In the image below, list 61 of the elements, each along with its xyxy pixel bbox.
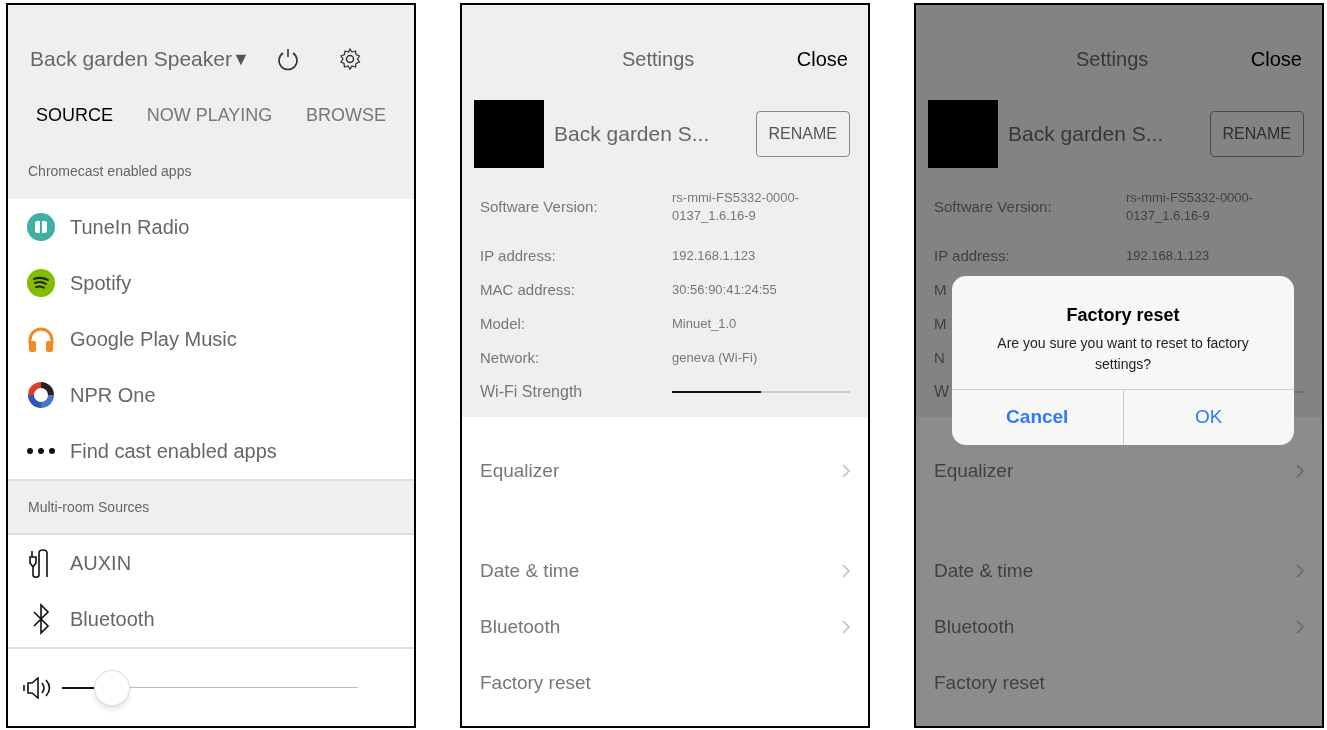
info-label: Software Version: bbox=[934, 198, 1052, 215]
close-button[interactable]: Close bbox=[1250, 44, 1302, 74]
settings-icon[interactable] bbox=[337, 47, 362, 71]
device-name: Back garden S... bbox=[554, 121, 710, 148]
menu-item[interactable]: Equalizer bbox=[480, 443, 850, 499]
dialog-title: Factory reset bbox=[1065, 304, 1181, 327]
source-item[interactable]: Spotify bbox=[8, 255, 414, 311]
screen-title: Settings bbox=[1076, 47, 1149, 72]
info-label: Network: bbox=[480, 349, 540, 366]
menu-item[interactable]: Bluetooth bbox=[480, 599, 850, 655]
wifi-label: W bbox=[934, 383, 950, 400]
tab[interactable]: NOW PLAYING bbox=[146, 101, 273, 129]
tab[interactable]: SOURCE bbox=[36, 101, 113, 129]
device-image bbox=[928, 100, 998, 168]
close-button[interactable]: Close bbox=[796, 44, 848, 74]
info-label: M bbox=[934, 281, 947, 298]
section-header: Chromecast enabled apps bbox=[8, 143, 414, 199]
device-name: Back garden S... bbox=[1008, 121, 1164, 148]
info-value: 192.168.1.123 bbox=[672, 247, 757, 265]
source-item[interactable]: Find cast enabled apps bbox=[8, 423, 414, 479]
menu-item[interactable]: Bluetooth bbox=[934, 599, 1304, 655]
wifi-label: Wi-Fi Strength bbox=[480, 383, 583, 400]
info-label: Model: bbox=[480, 315, 526, 332]
ring-icon bbox=[26, 380, 56, 410]
info-label: IP address: bbox=[480, 247, 556, 264]
menu-item[interactable]: Date & time bbox=[480, 543, 850, 599]
screen-title: Settings bbox=[622, 47, 695, 72]
menu-item[interactable]: Date & time bbox=[934, 543, 1304, 599]
info-value: 192.168.1.123 bbox=[1126, 247, 1211, 265]
speaker-selector[interactable]: Back garden Speaker▼ bbox=[30, 43, 250, 75]
tunein-icon bbox=[26, 212, 56, 242]
info-value: 30:56:90:41:24:55 bbox=[672, 281, 778, 299]
menu-item[interactable]: Factory reset bbox=[480, 655, 850, 711]
dialog-message: Are you sure you want to reset to factory settings? bbox=[996, 334, 1250, 374]
source-item[interactable]: Bluetooth bbox=[8, 591, 414, 647]
source-item[interactable]: NPR One bbox=[8, 367, 414, 423]
info-value: geneva (Wi-Fi) bbox=[672, 349, 759, 367]
info-value: rs-mmi-FS5332-0000-0137_1.6.16-9 bbox=[1126, 189, 1255, 225]
section-header: Multi-room Sources bbox=[8, 479, 414, 535]
menu-item[interactable]: Equalizer bbox=[934, 443, 1304, 499]
menu-item[interactable]: Factory reset bbox=[934, 655, 1304, 711]
more-icon bbox=[26, 447, 56, 455]
info-label: Software Version: bbox=[480, 198, 598, 215]
power-icon[interactable] bbox=[275, 47, 300, 71]
rename-button[interactable]: RENAME bbox=[1209, 111, 1304, 157]
tab[interactable]: BROWSE bbox=[306, 101, 386, 129]
rename-button[interactable]: RENAME bbox=[755, 111, 850, 157]
info-value: rs-mmi-FS5332-0000-0137_1.6.16-9 bbox=[672, 189, 801, 225]
device-image bbox=[474, 100, 544, 168]
info-label: MAC address: bbox=[480, 281, 576, 298]
info-label: N bbox=[934, 349, 945, 366]
source-item[interactable]: AUXIN bbox=[8, 535, 414, 591]
info-value: Minuet_1.0 bbox=[672, 315, 738, 333]
dialog-button[interactable]: Cancel bbox=[952, 390, 1124, 445]
info-label: M bbox=[934, 315, 947, 332]
dialog-button[interactable]: OK bbox=[1123, 390, 1294, 445]
info-label: IP address: bbox=[934, 247, 1010, 264]
source-item[interactable]: TuneIn Radio bbox=[8, 199, 414, 255]
source-item[interactable]: Google Play Music bbox=[8, 311, 414, 367]
spotify-icon bbox=[26, 268, 56, 298]
speaker-icon bbox=[22, 676, 52, 699]
